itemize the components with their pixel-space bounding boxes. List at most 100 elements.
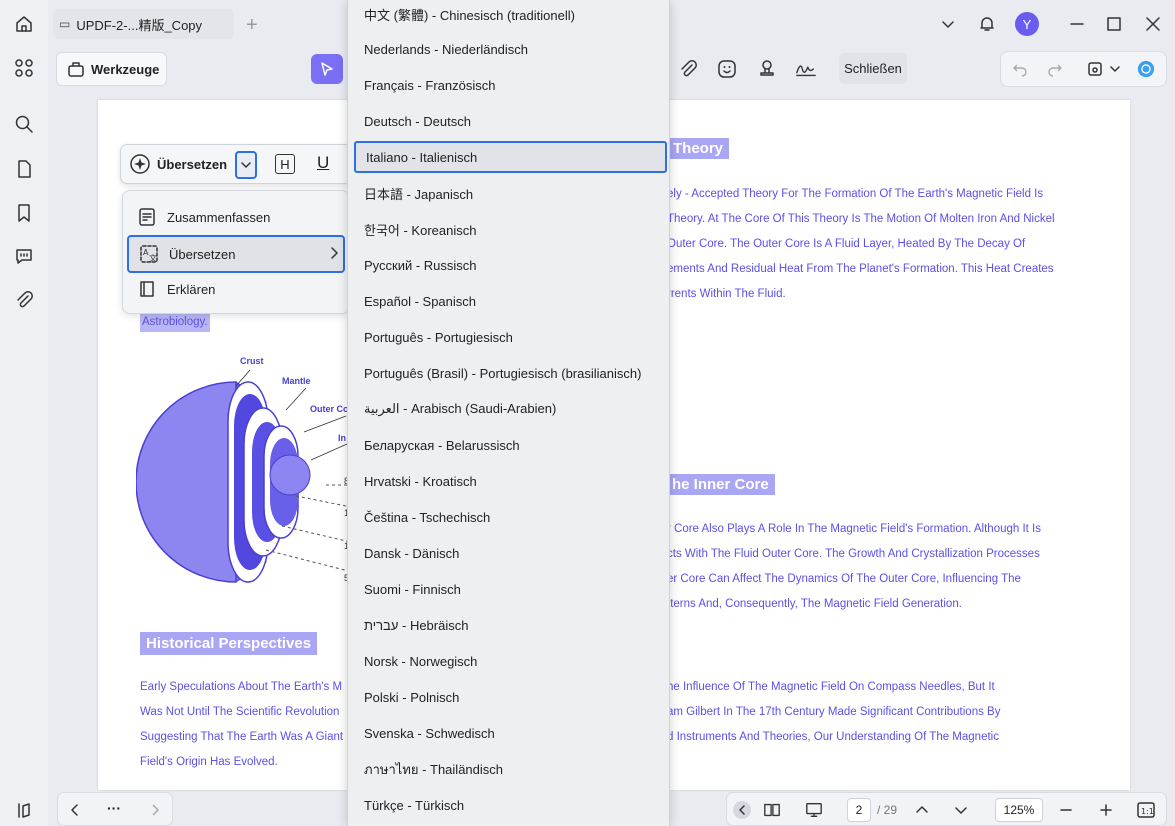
actual-size-icon[interactable]: 1:1 (1137, 801, 1155, 819)
save-chevron-icon[interactable] (1109, 60, 1121, 78)
close-tools-button[interactable]: Schließen (839, 53, 907, 84)
selected-text[interactable]: Astrobiology. (140, 312, 210, 332)
page-up-icon[interactable] (913, 801, 931, 819)
text-line: Was Not Until The Scientific Revolution (140, 706, 340, 718)
signature-icon[interactable] (795, 58, 817, 80)
sticker-icon[interactable] (716, 58, 738, 80)
bookmark-icon[interactable] (12, 201, 36, 225)
language-option[interactable]: العربية - Arabisch (Saudi-Arabien) (364, 395, 664, 423)
selection-toolbar: Übersetzen H U (120, 144, 358, 184)
language-option[interactable]: Türkçe - Türkisch (364, 791, 664, 819)
pages-icon[interactable] (12, 157, 36, 181)
language-option[interactable]: Hrvatski - Kroatisch (364, 467, 664, 495)
language-option[interactable]: Deutsch - Deutsch (364, 107, 664, 135)
chevron-down-icon (241, 162, 251, 168)
toolbox-icon (67, 60, 85, 78)
language-option[interactable]: Čeština - Tschechisch (364, 503, 664, 531)
apps-grid-icon[interactable] (12, 56, 36, 80)
tools-label: Werkzeuge (91, 61, 160, 77)
more-button[interactable]: ··· (105, 799, 123, 817)
zoom-level-input[interactable]: 125% (995, 798, 1043, 822)
menu-item-translate[interactable]: A文 Übersetzen (127, 235, 345, 273)
translate-icon: A文 (139, 244, 159, 264)
language-option[interactable]: עברית - Hebräisch (364, 611, 664, 639)
label-crust: Crust (240, 356, 264, 366)
language-option[interactable]: Русский - Russisch (364, 251, 664, 279)
page-down-icon[interactable] (952, 801, 970, 819)
text-line: am Gilbert In The 17th Century Made Sign… (667, 706, 1001, 718)
paperclip-icon[interactable] (677, 58, 699, 80)
label-mantle: Mantle (282, 376, 311, 386)
text-line: ements And Residual Heat From The Planet… (667, 263, 1054, 275)
layers-icon[interactable] (12, 798, 36, 822)
menu-item-summarize[interactable]: Zusammenfassen (127, 199, 345, 235)
svg-text:文: 文 (149, 253, 157, 263)
language-option[interactable]: 日本語 - Japanisch (364, 179, 664, 207)
text-line: Theory. At The Core Of This Theory Is Th… (667, 213, 1055, 225)
chevron-right-icon (329, 246, 339, 260)
heading-format-icon[interactable]: H (275, 154, 295, 174)
language-option-selected[interactable]: Italiano - Italienisch (354, 141, 667, 173)
attachment-icon[interactable] (12, 288, 36, 312)
close-window-icon[interactable] (1141, 12, 1165, 36)
language-option[interactable]: Português (Brasil) - Portugiesisch (bras… (364, 359, 664, 387)
language-option[interactable]: Беларуская - Belarussisch (364, 431, 664, 459)
select-pointer-button[interactable] (311, 54, 343, 84)
chevron-down-icon[interactable] (936, 12, 960, 36)
language-option[interactable]: Nederlands - Niederländisch (364, 35, 664, 63)
tools-button[interactable]: Werkzeuge (56, 52, 167, 86)
text-line: Outer Core. The Outer Core Is A Fluid La… (667, 238, 1026, 250)
comment-icon[interactable] (12, 244, 36, 268)
menu-item-explain[interactable]: Erklären (127, 271, 345, 307)
next-icon[interactable] (146, 801, 164, 819)
underline-icon[interactable]: U (317, 153, 329, 173)
history-toolbar (1000, 51, 1167, 87)
collapse-icon[interactable] (733, 801, 751, 819)
heading-theory: Theory (667, 138, 730, 159)
language-option[interactable]: ภาษาไทย - Thailändisch (364, 755, 664, 783)
chat-icon: ▭ (59, 17, 71, 31)
minimize-icon[interactable] (1065, 12, 1089, 36)
menu-item-label: Zusammenfassen (167, 209, 271, 225)
avatar[interactable]: Y (1015, 12, 1039, 36)
explain-icon (137, 279, 157, 299)
zoom-out-icon[interactable] (1057, 801, 1075, 819)
language-option[interactable]: 中文 (繁體) - Chinesisch (traditionell) (364, 0, 664, 28)
maximize-icon[interactable] (1102, 12, 1126, 36)
language-option[interactable]: Dansk - Dänisch (364, 539, 664, 567)
search-icon[interactable] (12, 112, 36, 136)
document-tab[interactable]: ▭ UPDF-2-...精版_Copy (53, 9, 234, 39)
label-outer-core: Outer Co (310, 404, 349, 414)
presentation-icon[interactable] (805, 801, 823, 819)
language-option[interactable]: Español - Spanisch (364, 287, 664, 315)
language-option[interactable]: Polski - Polnisch (364, 683, 664, 711)
ai-assistant-icon[interactable] (1137, 60, 1155, 78)
stamp-icon[interactable] (756, 58, 778, 80)
language-option[interactable]: Norsk - Norwegisch (364, 647, 664, 675)
translate-button[interactable]: Übersetzen (129, 153, 227, 175)
text-line: Early Speculations About The Earth's M (140, 681, 343, 693)
save-icon[interactable] (1086, 60, 1104, 78)
zoom-in-icon[interactable] (1097, 801, 1115, 819)
bell-icon[interactable] (975, 12, 999, 36)
text-line: tterns And, Consequently, The Magnetic F… (667, 598, 962, 610)
page-navigation: ··· (57, 792, 173, 826)
language-option[interactable]: Svenska - Schwedisch (364, 719, 664, 747)
reading-mode-icon[interactable] (763, 801, 781, 819)
home-icon[interactable] (12, 12, 36, 36)
redo-icon[interactable] (1046, 60, 1064, 78)
new-tab-icon[interactable]: + (246, 14, 258, 37)
prev-icon[interactable] (66, 801, 84, 819)
text-line: he Influence Of The Magnetic Field On Co… (667, 681, 995, 693)
language-option[interactable]: Français - Französisch (364, 71, 664, 99)
translate-dropdown-button[interactable] (235, 151, 257, 179)
language-option[interactable]: Português - Portugiesisch (364, 323, 664, 351)
language-option[interactable]: 한국어 - Koreanisch (364, 215, 664, 243)
page-number-input[interactable]: 2 (847, 798, 871, 822)
undo-icon[interactable] (1011, 60, 1029, 78)
summarize-icon (137, 207, 157, 227)
language-option[interactable]: Suomi - Finnisch (364, 575, 664, 603)
historical-paragraph-right: he Influence Of The Magnetic Field On Co… (667, 675, 1000, 750)
menu-item-label: Erklären (167, 281, 216, 297)
left-sidebar (0, 0, 48, 826)
